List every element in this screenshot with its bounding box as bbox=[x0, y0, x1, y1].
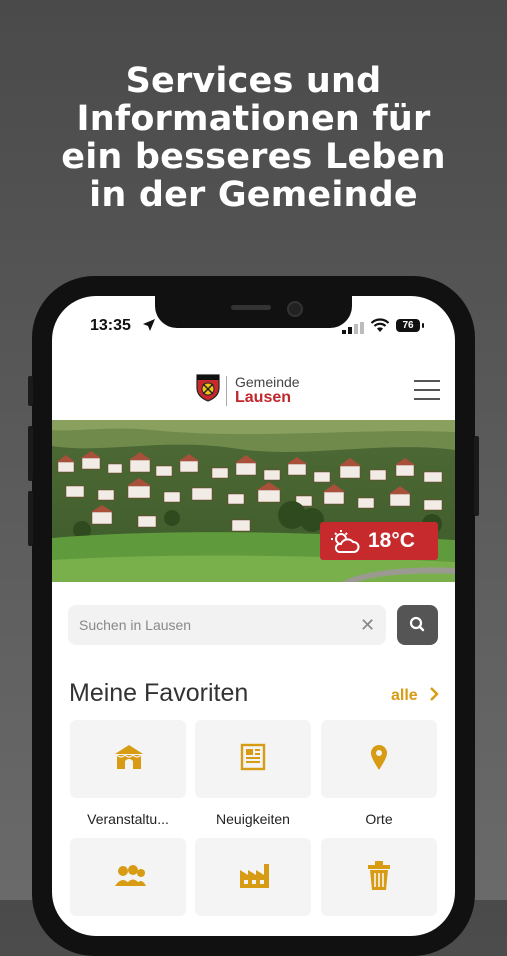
phone-volume-down bbox=[28, 491, 33, 546]
weather-badge[interactable]: 18°C bbox=[320, 522, 438, 560]
favorite-tile-waste[interactable] bbox=[321, 838, 437, 916]
chevron-right-icon bbox=[430, 687, 439, 701]
battery-tip bbox=[422, 323, 424, 328]
newspaper-icon bbox=[240, 743, 266, 771]
favorite-tile-places[interactable] bbox=[321, 720, 437, 798]
phone-mute-switch bbox=[28, 376, 33, 406]
app-header: Gemeinde Lausen bbox=[52, 356, 455, 420]
front-camera bbox=[287, 301, 303, 317]
phone-screen: 13:35 76 Gemeinde Lausen 18°C Suchen in … bbox=[52, 296, 455, 936]
favorites-all-label: alle bbox=[391, 687, 418, 704]
location-arrow-icon bbox=[143, 319, 155, 331]
tent-icon bbox=[115, 745, 143, 769]
logo-text-gemeinde: Gemeinde bbox=[235, 374, 300, 390]
search-button[interactable] bbox=[397, 605, 438, 645]
phone-power-button bbox=[474, 436, 479, 516]
phone-volume-up bbox=[28, 426, 33, 481]
hero-village-image: 18°C bbox=[52, 420, 455, 582]
favorite-tile-events[interactable] bbox=[70, 720, 186, 798]
coat-of-arms-icon bbox=[196, 374, 220, 402]
phone-notch bbox=[155, 296, 352, 328]
search-placeholder: Suchen in Lausen bbox=[79, 617, 192, 633]
favorites-title: Meine Favoriten bbox=[69, 679, 249, 707]
favorites-all-link[interactable]: alle bbox=[391, 687, 440, 705]
logo-text-lausen: Lausen bbox=[235, 389, 292, 406]
headline-line: Informationen für bbox=[76, 99, 431, 139]
logo-divider bbox=[226, 376, 227, 406]
people-icon bbox=[115, 865, 146, 886]
favorite-tile-news[interactable] bbox=[195, 720, 311, 798]
phone-frame: 13:35 76 Gemeinde Lausen 18°C Suchen in … bbox=[28, 276, 479, 956]
signal-icon bbox=[342, 322, 364, 334]
weather-temperature: 18°C bbox=[368, 529, 415, 552]
tile-label-news: Neuigkeiten bbox=[216, 811, 290, 827]
speaker-grille bbox=[231, 305, 271, 310]
status-time: 13:35 bbox=[90, 317, 131, 334]
promo-headline: Services und Informationen für ein besse… bbox=[0, 62, 507, 214]
search-icon bbox=[409, 616, 425, 632]
trash-icon bbox=[368, 861, 390, 890]
search-input[interactable]: Suchen in Lausen ✕ bbox=[68, 605, 386, 645]
tile-label-places: Orte bbox=[365, 811, 393, 827]
tile-label-events: Veranstaltu... bbox=[87, 811, 169, 827]
headline-line: Services und bbox=[125, 61, 382, 101]
map-pin-icon bbox=[371, 745, 387, 770]
headline-line: ein besseres Leben bbox=[61, 137, 446, 177]
battery-indicator: 76 bbox=[396, 319, 420, 332]
partly-cloudy-icon bbox=[331, 530, 360, 553]
favorite-tile-businesses[interactable] bbox=[195, 838, 311, 916]
favorite-tile-groups[interactable] bbox=[70, 838, 186, 916]
clear-icon[interactable]: ✕ bbox=[360, 615, 375, 636]
factory-icon bbox=[240, 864, 269, 888]
wifi-icon bbox=[370, 318, 390, 332]
headline-line: in der Gemeinde bbox=[89, 175, 418, 215]
hamburger-menu-icon[interactable] bbox=[414, 380, 440, 407]
